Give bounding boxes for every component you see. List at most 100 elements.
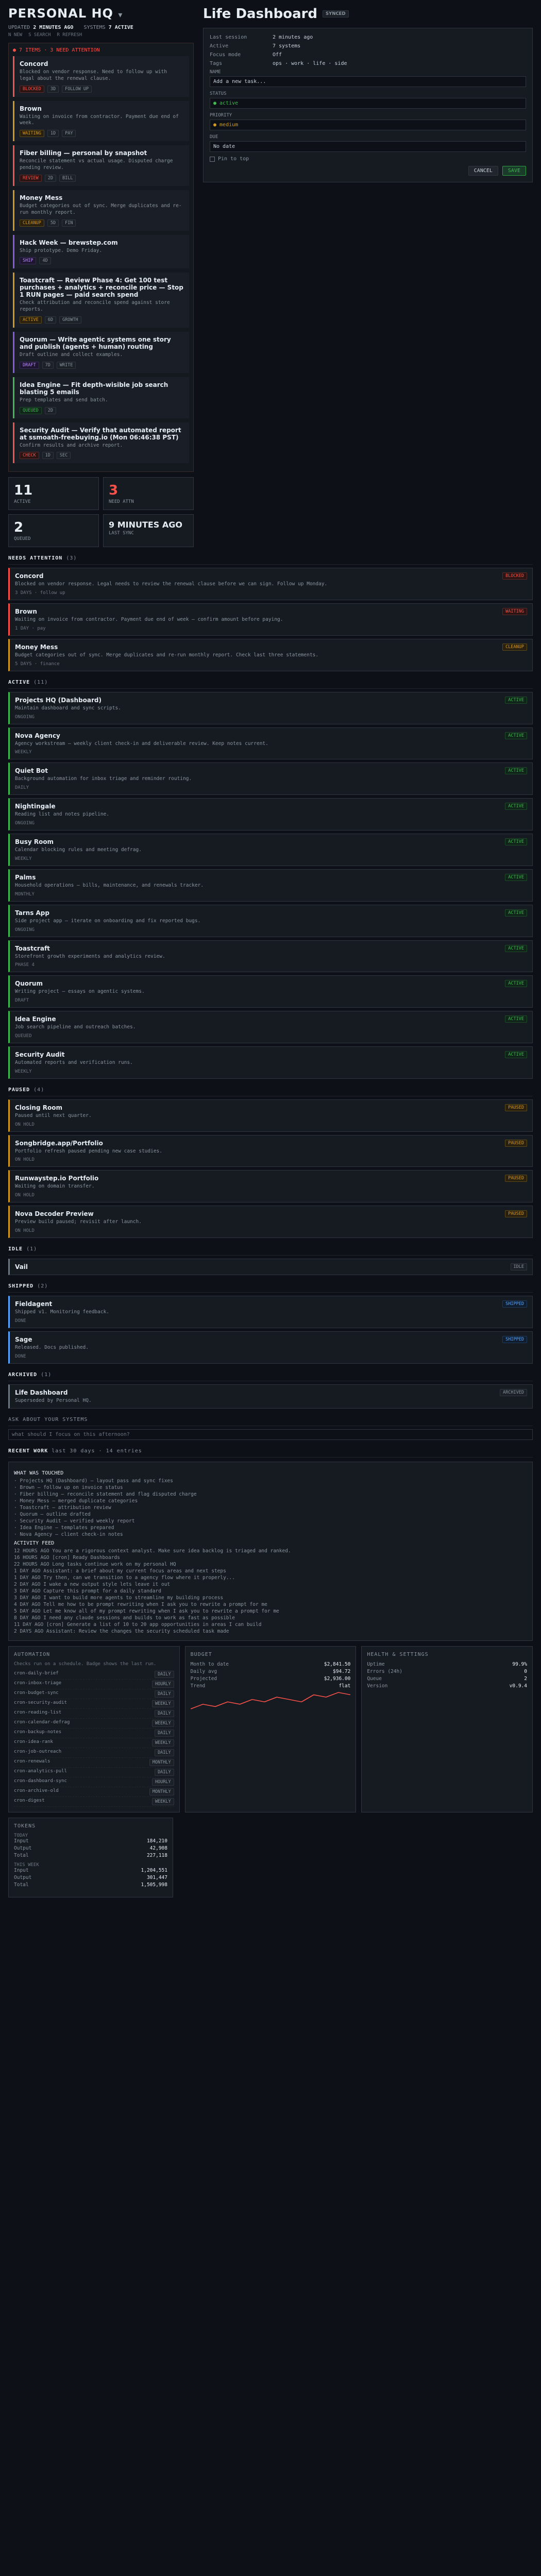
- automation-item[interactable]: cron-inbox-triage HOURLY: [14, 1680, 174, 1690]
- table-row[interactable]: Money Mess Budget categories out of sync.…: [8, 639, 533, 671]
- feed-line[interactable]: 1 DAY AGO Assistant: a brief about my cu…: [14, 1568, 527, 1574]
- kv-row: Version v0.9.4: [367, 1683, 527, 1689]
- section-head: IDLE (1): [8, 1243, 533, 1256]
- automation-item[interactable]: cron-daily-brief DAILY: [14, 1670, 174, 1680]
- table-row[interactable]: Nova Decoder Preview Preview build paused…: [8, 1206, 533, 1238]
- save-button[interactable]: SAVE: [502, 166, 526, 176]
- automation-schedule: WEEKLY: [151, 1700, 174, 1708]
- table-row[interactable]: Closing Room Paused until next quarter. PA…: [8, 1099, 533, 1132]
- section-count: (3): [66, 555, 77, 562]
- table-row[interactable]: Idea Engine Job search pipeline and outre…: [8, 1011, 533, 1043]
- table-row[interactable]: Palms Household operations — bills, maint…: [8, 869, 533, 902]
- kv-value: 99.9%: [512, 1662, 527, 1668]
- list-item[interactable]: Concord Blocked on vendor response. Need …: [13, 56, 189, 97]
- brand[interactable]: PERSONAL HQ ▾: [8, 6, 194, 21]
- feed-line[interactable]: 2 DAY AGO I wake a new output style lets…: [14, 1582, 527, 1587]
- kv-row: Input 184,210: [14, 1838, 167, 1844]
- table-row[interactable]: Toastcraft Storefront growth experiments …: [8, 940, 533, 973]
- feed-line[interactable]: 3 DAY AGO Capture this prompt for a dail…: [14, 1588, 527, 1594]
- automation-name: cron-analytics-pull: [14, 1769, 67, 1774]
- status-badge: ACTIVE: [505, 696, 527, 704]
- table-row[interactable]: Quiet Bot Background automation for inbox…: [8, 762, 533, 795]
- table-row[interactable]: Nova Agency Agency workstream — weekly cl…: [8, 727, 533, 760]
- automation-item[interactable]: cron-calendar-defrag WEEKLY: [14, 1719, 174, 1729]
- field-value: ops · work · life · side: [273, 61, 347, 66]
- feed-line[interactable]: 8 DAY AGO I need any claude sessions and…: [14, 1615, 527, 1621]
- automation-item[interactable]: cron-reading-list DAILY: [14, 1709, 174, 1719]
- automation-head: AUTOMATION: [14, 1652, 50, 1658]
- recent-head: RECENT WORK last 30 days · 14 entries: [8, 1445, 533, 1458]
- list-item[interactable]: Fiber billing — personal by snapshot Reco…: [13, 145, 189, 186]
- automation-item[interactable]: cron-idea-rank WEEKLY: [14, 1738, 174, 1749]
- automation-item[interactable]: cron-security-audit WEEKLY: [14, 1699, 174, 1709]
- list-item-title: Hack Week — brewstep.com: [20, 239, 118, 246]
- status-select[interactable]: ● active: [210, 98, 526, 109]
- field-row: Last session 2 minutes ago: [210, 35, 526, 40]
- list-item[interactable]: Money Mess Budget categories out of sync.…: [13, 190, 189, 231]
- table-row[interactable]: Projects HQ (Dashboard) Maintain dashboar…: [8, 691, 533, 724]
- tag-badge: ACTIVE: [20, 316, 42, 324]
- automation-item[interactable]: cron-budget-sync DAILY: [14, 1689, 174, 1700]
- status-label: STATUS: [210, 91, 227, 96]
- automation-list: cron-daily-brief DAILY cron-inbox-triage HO…: [14, 1670, 174, 1807]
- status-badge: ARCHIVED: [500, 1388, 527, 1396]
- table-row[interactable]: Busy Room Calendar blocking rules and mee…: [8, 834, 533, 866]
- automation-item[interactable]: cron-dashboard-sync HOURLY: [14, 1777, 174, 1788]
- kv-row: Month to date $2,841.50: [191, 1662, 351, 1667]
- table-row[interactable]: Brown Waiting on invoice from contractor.…: [8, 603, 533, 636]
- table-row[interactable]: Life Dashboard Superseded by Personal HQ.…: [8, 1384, 533, 1409]
- feed-line[interactable]: 11 DAY AGO [cron] Generate a list of 10 …: [14, 1622, 527, 1628]
- automation-item[interactable]: cron-archive-old MONTHLY: [14, 1787, 174, 1798]
- automation-item[interactable]: cron-analytics-pull DAILY: [14, 1768, 174, 1778]
- list-item[interactable]: Quorum — Write agentic systems one story…: [13, 331, 189, 373]
- list-item[interactable]: Idea Engine — Fit depth-wisible job sear…: [13, 377, 189, 418]
- ask-input[interactable]: what should I focus on this afternoon?: [8, 1429, 533, 1440]
- priority-select[interactable]: ● medium: [210, 120, 526, 130]
- row-meta: ON HOLD: [15, 1193, 527, 1198]
- table-row[interactable]: Security Audit Automated reports and veri…: [8, 1046, 533, 1079]
- row-meta-text: DONE: [15, 1353, 26, 1359]
- feed-line[interactable]: 3 DAY AGO I want to build more agents to…: [14, 1595, 527, 1601]
- touched-line: · Fiber billing — reconcile statement an…: [14, 1492, 197, 1498]
- name-input[interactable]: Add a new task...: [210, 76, 526, 87]
- field-row: Tags ops · work · life · side: [210, 61, 526, 66]
- table-row[interactable]: Tarns App Side project app — iterate on o…: [8, 904, 533, 937]
- list-item[interactable]: Toastcraft — Review Phase 4: Get 100 tes…: [13, 273, 189, 328]
- cancel-button[interactable]: CANCEL: [468, 166, 498, 176]
- row-desc: Released. Docs published.: [15, 1344, 89, 1350]
- automation-item[interactable]: cron-renewals MONTHLY: [14, 1758, 174, 1768]
- feed-line[interactable]: 5 DAY AGO Let me know all of my prompt r…: [14, 1608, 527, 1614]
- row-meta-text: ON HOLD: [15, 1193, 35, 1198]
- automation-item[interactable]: cron-job-outreach DAILY: [14, 1748, 174, 1758]
- feed-line[interactable]: 1 DAY AGO Try then, can we transition to…: [14, 1575, 527, 1581]
- automation-item[interactable]: cron-digest WEEKLY: [14, 1797, 174, 1807]
- kv-value: 0: [524, 1669, 527, 1675]
- list-item[interactable]: Security Audit — Verify that automated r…: [13, 422, 189, 464]
- feed-line[interactable]: 2 DAYS AGO Assistant: Review the changes…: [14, 1629, 527, 1634]
- stat-label: LAST SYNC: [109, 531, 134, 536]
- list-item-title: Quorum — Write agentic systems one story…: [20, 335, 171, 350]
- feed-line[interactable]: 22 HOURS AGO Long tasks continue work on…: [14, 1562, 527, 1567]
- pin-checkbox[interactable]: [210, 156, 215, 162]
- table-row[interactable]: Concord Blocked on vendor response. Legal…: [8, 568, 533, 601]
- table-row[interactable]: Quorum Writing project — essays on agenti…: [8, 975, 533, 1008]
- automation-schedule: HOURLY: [151, 1778, 174, 1786]
- list-item[interactable]: Hack Week — brewstep.com Ship prototype. …: [13, 234, 189, 269]
- feed-line[interactable]: 12 HOURS AGO You are a rigorous context …: [14, 1548, 527, 1554]
- list-item[interactable]: Brown Waiting on invoice from contractor.…: [13, 100, 189, 142]
- feed-line[interactable]: 16 HOURS AGO [cron] Ready Dashboards: [14, 1555, 527, 1561]
- table-row[interactable]: Fieldagent Shipped v1. Monitoring feedbac…: [8, 1296, 533, 1328]
- automation-item[interactable]: cron-backup-notes DAILY: [14, 1728, 174, 1739]
- table-row[interactable]: Songbridge.app/Portfolio Portfolio refres…: [8, 1134, 533, 1167]
- tag-badge: REVIEW: [20, 174, 42, 182]
- field-key: Tags: [210, 61, 223, 66]
- table-row[interactable]: Vail IDLE: [8, 1259, 533, 1275]
- chevron-down-icon[interactable]: ▾: [118, 10, 123, 20]
- section-count: (4): [33, 1087, 45, 1093]
- table-row[interactable]: Sage Released. Docs published. SHIPPED DONE: [8, 1331, 533, 1364]
- due-input[interactable]: No date: [210, 141, 526, 152]
- table-row[interactable]: Runwaystep.io Portfolio Waiting on domain…: [8, 1170, 533, 1203]
- feed-line[interactable]: 4 DAY AGO Tell me how to be prompt rewri…: [14, 1602, 527, 1607]
- status-badge: SHIPPED: [502, 1335, 527, 1343]
- table-row[interactable]: Nightingale Reading list and notes pipeli…: [8, 798, 533, 831]
